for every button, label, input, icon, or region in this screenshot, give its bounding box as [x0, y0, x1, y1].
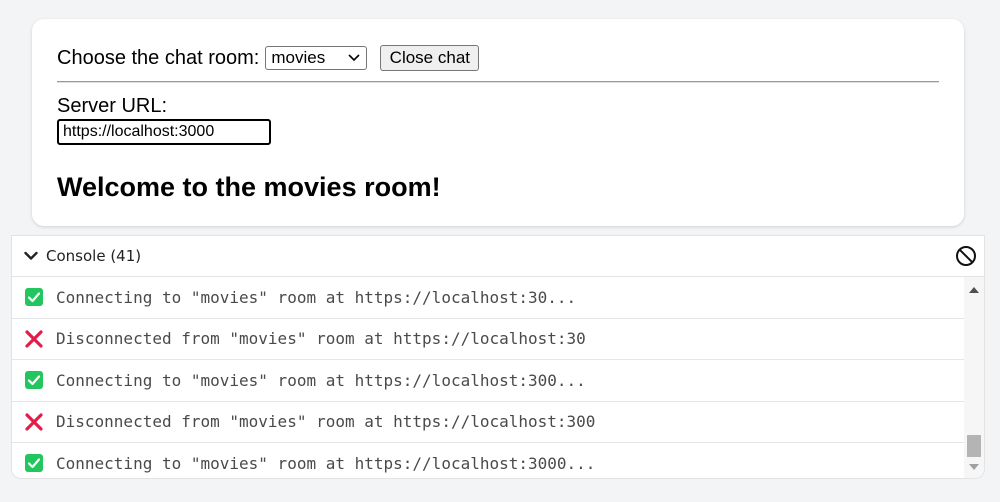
check-icon: [24, 287, 44, 307]
log-row: Disconnected from "movies" room at https…: [12, 402, 964, 443]
preview-card: Choose the chat room: movies Close chat …: [32, 19, 964, 226]
x-icon: [24, 329, 44, 349]
log-text: Connecting to "movies" room at https://l…: [56, 453, 596, 473]
divider: [57, 81, 939, 83]
server-url-input[interactable]: https://localhost:3000: [57, 119, 271, 145]
log-row: Connecting to "movies" room at https://l…: [12, 277, 964, 319]
room-select-value: movies: [271, 48, 326, 67]
log-text: Disconnected from "movies" room at https…: [56, 412, 596, 432]
check-icon: [24, 370, 44, 390]
log-row: Connecting to "movies" room at https://l…: [12, 443, 964, 478]
log-text: Disconnected from "movies" room at https…: [56, 329, 586, 349]
console-panel: Console (41) Connecting to "movies" room…: [11, 235, 985, 479]
scroll-thumb[interactable]: [967, 435, 981, 457]
x-icon: [24, 412, 44, 432]
check-icon: [24, 453, 44, 473]
close-chat-button[interactable]: Close chat: [380, 45, 480, 71]
console-title: Console (41): [46, 247, 142, 265]
chevron-down-icon[interactable]: [24, 251, 38, 261]
room-label: Choose the chat room:: [57, 46, 260, 69]
room-row: Choose the chat room: movies Close chat: [57, 45, 939, 71]
log-row: Connecting to "movies" room at https://l…: [12, 360, 964, 402]
welcome-heading: Welcome to the movies room!: [57, 172, 441, 202]
console-scrollbar[interactable]: [964, 277, 984, 478]
clear-console-icon[interactable]: [955, 245, 977, 267]
chevron-down-icon: [348, 54, 360, 62]
scroll-down-arrow-icon[interactable]: [969, 464, 979, 471]
log-row: Disconnected from "movies" room at https…: [12, 319, 964, 360]
console-header[interactable]: Console (41): [12, 236, 984, 277]
server-url-label: Server URL:: [57, 95, 168, 117]
log-text: Connecting to "movies" room at https://l…: [56, 287, 577, 307]
scroll-up-arrow-icon[interactable]: [969, 286, 979, 293]
log-text: Connecting to "movies" room at https://l…: [56, 370, 586, 390]
room-select[interactable]: movies: [265, 46, 368, 70]
console-log-list: Connecting to "movies" room at https://l…: [12, 277, 984, 478]
